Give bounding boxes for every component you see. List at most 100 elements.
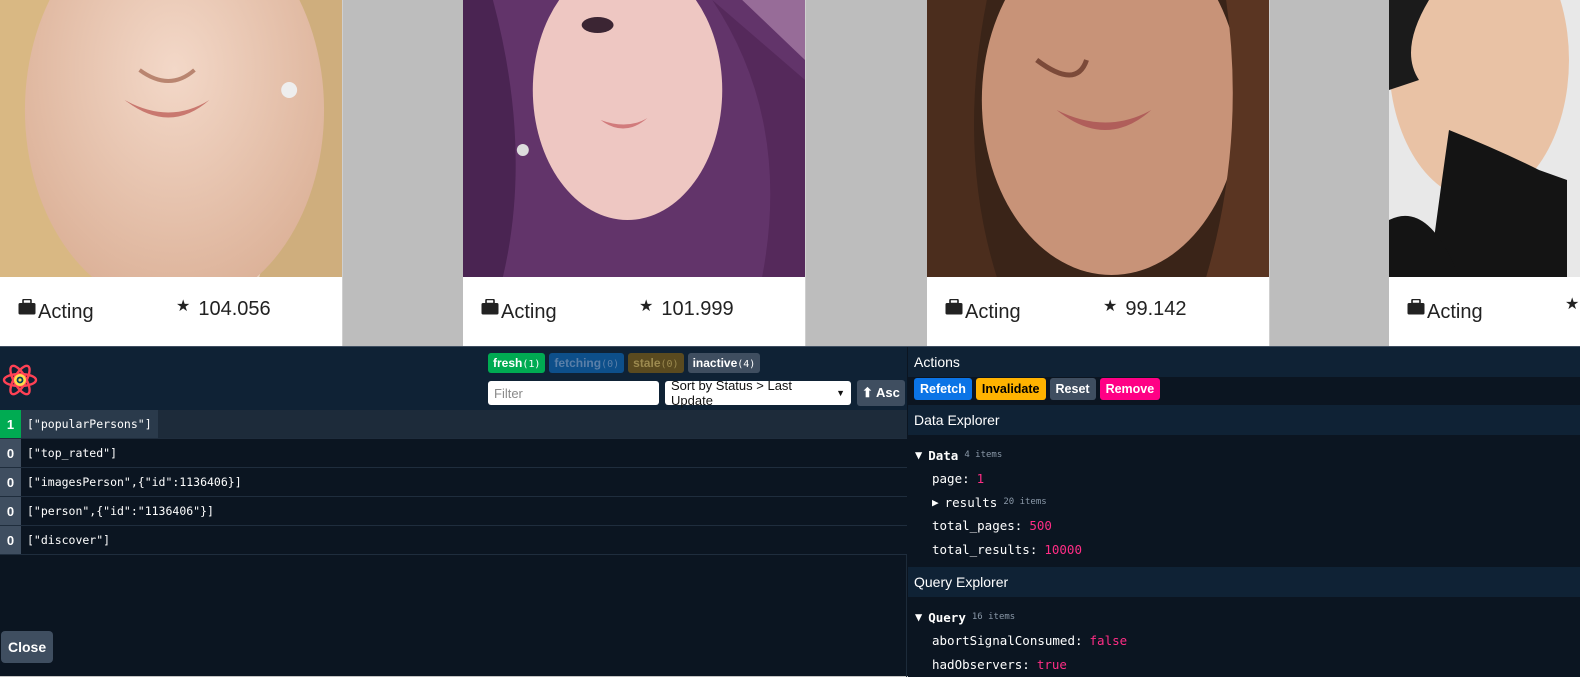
inactive-label: inactive bbox=[692, 356, 738, 370]
query-key: ["top_rated"] bbox=[27, 446, 118, 460]
star-icon: ★ bbox=[639, 297, 654, 315]
entry-key: total_pages: bbox=[932, 518, 1023, 534]
known-for-department: Acting bbox=[945, 298, 1021, 324]
query-key: ["person",{"id":"1136406"}] bbox=[27, 504, 214, 518]
observer-count: 0 bbox=[0, 468, 21, 496]
entry-value: 500 bbox=[1029, 518, 1052, 534]
department-label: Acting bbox=[965, 301, 1021, 323]
data-explorer-heading: Data Explorer bbox=[908, 405, 1580, 435]
query-entry-had-observers: hadObservers: true bbox=[915, 653, 1580, 677]
person-photo[interactable] bbox=[927, 0, 1269, 277]
sort-label: Sort by Status > Last Update bbox=[671, 378, 793, 408]
entry-key: results bbox=[944, 494, 998, 510]
sort-select[interactable]: Sort by Status > Last Update ▼ bbox=[665, 378, 851, 408]
filter-input[interactable] bbox=[488, 381, 659, 405]
query-key: ["discover"] bbox=[27, 533, 111, 547]
stale-badge: stale(0) bbox=[628, 353, 684, 373]
stale-label: stale bbox=[633, 356, 661, 370]
reset-button[interactable]: Reset bbox=[1049, 378, 1096, 400]
fetching-label: fetching bbox=[554, 356, 602, 370]
entry-value: false bbox=[1089, 633, 1128, 649]
star-icon: ★ bbox=[176, 297, 191, 315]
data-entry-results[interactable]: ▶ results 20 items bbox=[915, 491, 1580, 515]
entry-count: 20 items bbox=[1003, 497, 1047, 508]
invalidate-button[interactable]: Invalidate bbox=[975, 378, 1046, 400]
briefcase-icon bbox=[18, 298, 36, 321]
data-root-count: 4 items bbox=[964, 450, 1003, 460]
known-for-department: Acting bbox=[18, 298, 94, 324]
person-photo[interactable] bbox=[463, 0, 805, 277]
card-meta: Acting ★ bbox=[1389, 277, 1580, 346]
query-root-label: Query bbox=[928, 609, 966, 625]
query-list: 1 ["popularPersons"] 0 ["top_rated"] 0 [… bbox=[0, 410, 907, 555]
query-tree-root[interactable]: ▼ Query 16 items bbox=[915, 605, 1580, 629]
card-meta: Acting ★ 99.142 bbox=[927, 277, 1269, 346]
popularity: ★ 104.056 bbox=[176, 298, 271, 321]
entry-key: hadObservers: bbox=[932, 656, 1030, 672]
popularity-value: 101.999 bbox=[661, 298, 734, 320]
query-key: ["popularPersons"] bbox=[21, 410, 158, 438]
department-label: Acting bbox=[38, 301, 94, 323]
popularity: ★ 101.999 bbox=[639, 298, 734, 321]
query-row[interactable]: 0 ["person",{"id":"1136406"}] bbox=[0, 497, 907, 526]
star-icon: ★ bbox=[1565, 296, 1580, 313]
sort-direction-button[interactable]: ⬆ Asc bbox=[857, 380, 905, 406]
popularity: ★ 99.142 bbox=[1103, 298, 1187, 321]
observer-count: 0 bbox=[0, 497, 21, 525]
query-key: ["imagesPerson",{"id":1136406}] bbox=[27, 475, 242, 489]
query-explorer: ▼ Query 16 items abortSignalConsumed: fa… bbox=[908, 597, 1580, 676]
fetching-count: (0) bbox=[601, 359, 620, 370]
data-root-label: Data bbox=[928, 447, 959, 463]
person-photo[interactable] bbox=[0, 0, 342, 277]
query-details-pane: Actions Refetch Invalidate Reset Remove … bbox=[908, 347, 1580, 677]
data-tree-root[interactable]: ▼ Data 4 items bbox=[915, 443, 1580, 467]
popularity: ★ bbox=[1565, 296, 1580, 318]
department-label: Acting bbox=[501, 301, 557, 323]
entry-value: 1 bbox=[976, 471, 985, 487]
chevron-down-icon: ▼ bbox=[836, 388, 845, 398]
close-devtools-button[interactable]: Close bbox=[1, 631, 54, 663]
briefcase-icon bbox=[945, 298, 963, 321]
entry-value: true bbox=[1036, 656, 1067, 672]
query-entry-abort-signal: abortSignalConsumed: false bbox=[915, 629, 1580, 653]
observer-count: 0 bbox=[0, 526, 21, 554]
data-entry-page: page: 1 bbox=[915, 467, 1580, 491]
fetching-badge: fetching(0) bbox=[549, 353, 625, 373]
known-for-department: Acting bbox=[481, 298, 557, 324]
person-cards-grid: Acting ★ 104.056 Acting ★ 101.999 Acting… bbox=[0, 0, 1580, 346]
query-list-pane: fresh(1) fetching(0) stale(0) inactive(4… bbox=[0, 347, 907, 677]
observer-count: 0 bbox=[0, 439, 21, 467]
popularity-value: 104.056 bbox=[198, 298, 271, 320]
person-card[interactable]: Acting ★ 101.999 bbox=[463, 0, 806, 346]
actions-toolbar: Refetch Invalidate Reset Remove bbox=[908, 377, 1580, 405]
query-devtools-panel: fresh(1) fetching(0) stale(0) inactive(4… bbox=[0, 346, 1580, 677]
briefcase-icon bbox=[481, 298, 499, 321]
person-photo[interactable] bbox=[1389, 0, 1580, 277]
fresh-label: fresh bbox=[493, 356, 523, 370]
remove-button[interactable]: Remove bbox=[1099, 378, 1161, 400]
query-row[interactable]: 0 ["discover"] bbox=[0, 526, 907, 555]
entry-value: 10000 bbox=[1044, 541, 1082, 557]
query-row[interactable]: 0 ["imagesPerson",{"id":1136406}] bbox=[0, 468, 907, 497]
known-for-department: Acting bbox=[1407, 298, 1483, 324]
triangle-right-icon: ▶ bbox=[932, 495, 939, 509]
query-row[interactable]: 0 ["top_rated"] bbox=[0, 439, 907, 468]
card-meta: Acting ★ 101.999 bbox=[463, 277, 805, 346]
person-card[interactable]: Acting ★ 99.142 bbox=[927, 0, 1270, 346]
person-card[interactable]: Acting ★ bbox=[1389, 0, 1580, 346]
fresh-badge: fresh(1) bbox=[488, 353, 546, 373]
fresh-count: (1) bbox=[522, 359, 541, 370]
star-icon: ★ bbox=[1103, 297, 1118, 315]
refetch-button[interactable]: Refetch bbox=[914, 378, 972, 400]
entry-key: total_results: bbox=[932, 541, 1038, 557]
query-explorer-heading: Query Explorer bbox=[908, 567, 1580, 597]
card-meta: Acting ★ 104.056 bbox=[0, 277, 342, 346]
query-row[interactable]: 1 ["popularPersons"] bbox=[0, 410, 907, 439]
react-query-logo-icon[interactable] bbox=[1, 361, 39, 399]
popularity-value: 99.142 bbox=[1125, 298, 1187, 320]
inactive-badge: inactive(4) bbox=[687, 353, 761, 373]
query-status-counts: fresh(1) fetching(0) stale(0) inactive(4… bbox=[488, 353, 761, 373]
data-entry-total-results: total_results: 10000 bbox=[915, 538, 1580, 562]
query-root-count: 16 items bbox=[971, 612, 1016, 622]
person-card[interactable]: Acting ★ 104.056 bbox=[0, 0, 343, 346]
